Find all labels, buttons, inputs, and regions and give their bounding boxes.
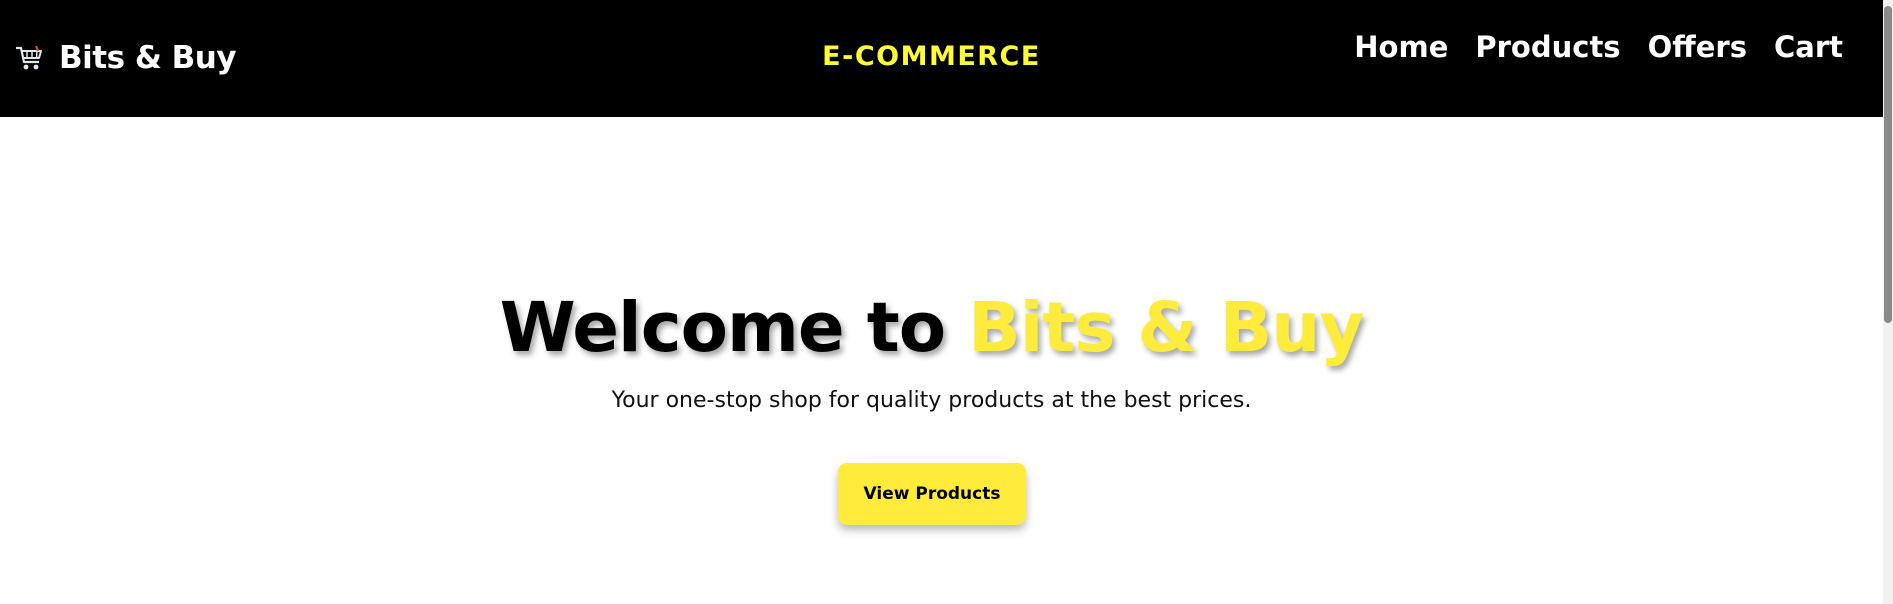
nav-home-link[interactable]: Home — [1354, 30, 1448, 64]
hero-subtitle: Your one-stop shop for quality products … — [611, 388, 1252, 413]
hero-title: Welcome to Bits & Buy — [0, 288, 1863, 368]
nav-products-link[interactable]: Products — [1475, 30, 1620, 64]
scrollbar-thumb[interactable] — [1884, 6, 1892, 323]
view-products-button[interactable]: View Products — [838, 463, 1026, 525]
hero-title-accent: Bits & Buy — [968, 288, 1364, 368]
nav-offers-link[interactable]: Offers — [1648, 30, 1747, 64]
hero-section: Welcome to Bits & Buy Your one-stop shop… — [0, 117, 1883, 604]
hero-title-prefix: Welcome to — [499, 288, 947, 368]
navbar: Bits & Buy E-COMMERCE Home Products Offe… — [0, 0, 1883, 117]
main-nav: Home Products Offers Cart — [1354, 30, 1843, 64]
vertical-scrollbar[interactable] — [1883, 0, 1893, 604]
nav-cart-link[interactable]: Cart — [1774, 30, 1843, 64]
